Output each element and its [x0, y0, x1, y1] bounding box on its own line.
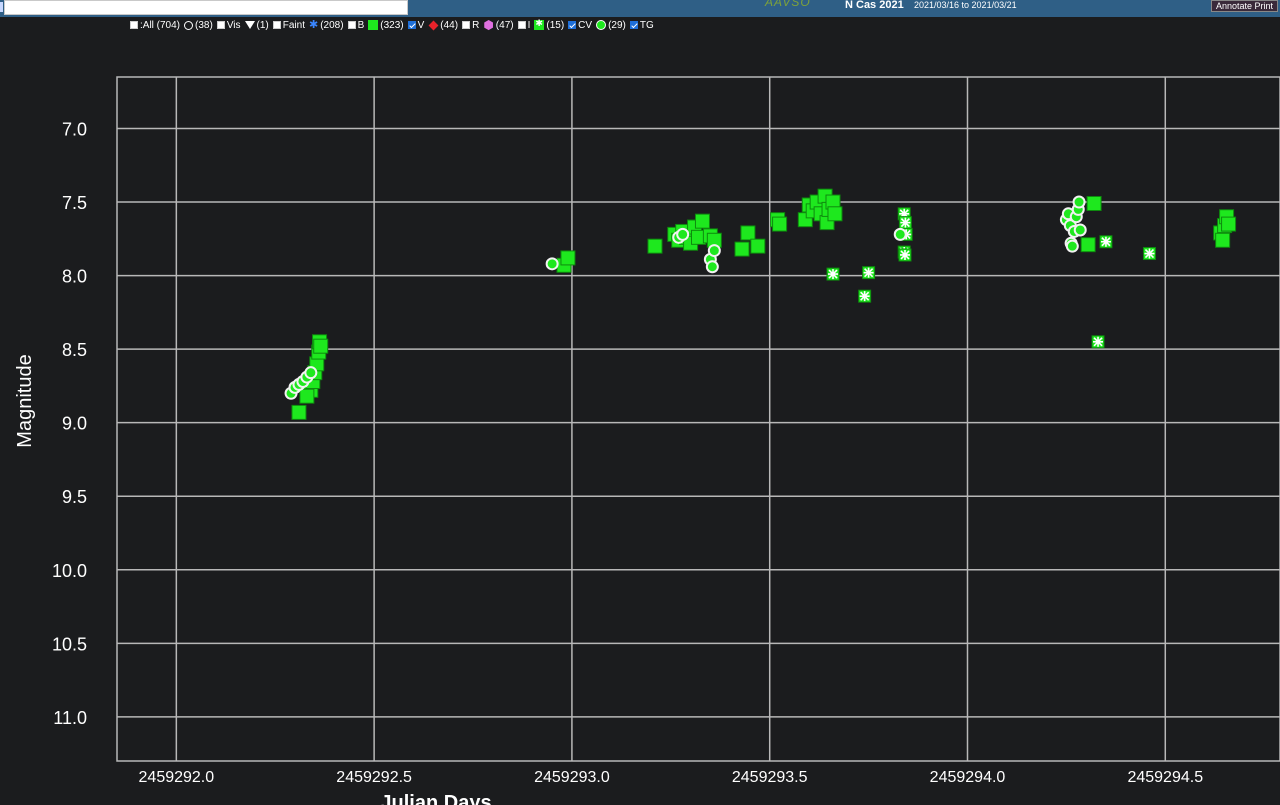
cv-point-cross — [1144, 248, 1155, 259]
x-tick-label: 2459294.0 — [930, 769, 1006, 786]
x-tick-label: 2459293.5 — [732, 769, 808, 786]
cv-band-point — [826, 267, 840, 281]
tg-band-point — [545, 257, 559, 271]
y-tick-label: 7.5 — [62, 193, 87, 213]
v-band-point — [1215, 232, 1231, 248]
light-curve-plot[interactable]: 7.0 7.5 8.0 8.5 9.0 9.5 10.0 10.5 11.0 2459292.0… — [0, 0, 1280, 805]
y-tick-label: 8.5 — [62, 340, 87, 360]
cv-band-point — [1142, 247, 1156, 261]
y-tick-label: 7.0 — [62, 119, 87, 139]
v-band-point — [291, 404, 307, 420]
x-tick-label: 2459292.0 — [139, 769, 215, 786]
grid-layer — [116, 76, 1280, 762]
cv-band-point — [1099, 235, 1113, 249]
v-band-point — [827, 206, 843, 222]
cv-point-cross — [1093, 336, 1104, 347]
cv-band-point — [898, 216, 912, 230]
x-tick-label: 2459294.5 — [1127, 769, 1203, 786]
v-band-point — [694, 213, 710, 229]
y-tick-label: 8.0 — [62, 267, 87, 287]
y-tick-label: 10.5 — [52, 634, 87, 654]
y-tick-label: 10.0 — [52, 561, 87, 581]
v-band-point — [1086, 196, 1102, 212]
y-tick-label: 9.5 — [62, 487, 87, 507]
tg-band-point — [705, 260, 719, 274]
cv-point-cross — [1100, 236, 1111, 247]
cv-band-point — [862, 266, 876, 280]
y-tick-label: 9.0 — [62, 414, 87, 434]
v-band-point — [1221, 216, 1237, 232]
v-band-point — [734, 241, 750, 257]
tg-band-point — [1072, 195, 1086, 209]
v-band-point — [772, 216, 788, 232]
x-tick-label: 2459292.5 — [336, 769, 412, 786]
tg-band-point — [304, 366, 318, 380]
data-points — [284, 188, 1237, 420]
cv-point-cross — [900, 217, 911, 228]
tg-band-point — [893, 227, 907, 241]
v-band-point — [560, 250, 576, 266]
y-tick-label: 11.0 — [53, 708, 87, 728]
tg-band-point — [707, 244, 721, 258]
v-band-point — [740, 225, 756, 241]
cv-point-cross — [899, 249, 910, 260]
plot-frame — [116, 76, 1280, 762]
x-tick-labels: 2459292.0 2459292.5 2459293.0 2459293.5 2459… — [139, 769, 1204, 786]
y-tick-labels: 7.0 7.5 8.0 8.5 9.0 9.5 10.0 10.5 11.0 — [52, 119, 87, 727]
cv-band-point — [1091, 335, 1105, 349]
v-band-point — [313, 338, 329, 354]
v-band-point — [750, 238, 766, 254]
cv-point-cross — [859, 291, 870, 302]
v-band-point — [647, 238, 663, 254]
y-axis-label: Magnitude — [14, 354, 36, 447]
cv-band-point — [898, 248, 912, 262]
v-band-point — [1080, 237, 1096, 253]
v-band-point — [299, 388, 315, 404]
cv-point-cross — [863, 267, 874, 278]
cv-band-point — [858, 289, 872, 303]
cv-point-cross — [827, 269, 838, 280]
x-tick-label: 2459293.0 — [534, 769, 610, 786]
tg-band-point — [676, 227, 690, 241]
x-axis-label: Julian Days — [380, 792, 491, 805]
tg-band-point — [1073, 223, 1087, 237]
tg-band-point — [1065, 239, 1079, 253]
